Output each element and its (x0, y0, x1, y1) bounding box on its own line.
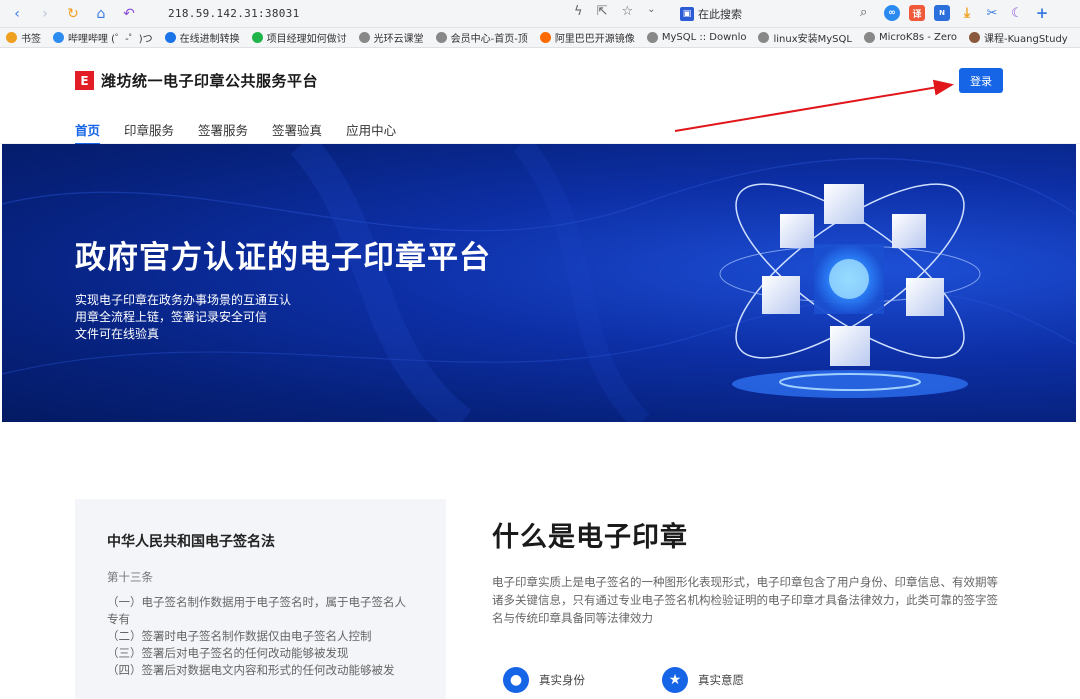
search-icon[interactable]: ⌕ (860, 5, 867, 20)
nav-item[interactable]: 签署验真 (272, 120, 322, 144)
favicon-icon (53, 32, 64, 43)
hero-description: 实现电子印章在政务办事场景的互通互认用章全流程上链，签署记录安全可信文件可在线验… (75, 292, 291, 343)
nav-item[interactable]: 签署服务 (198, 120, 248, 144)
bookmark-label: 阿里巴巴开源镜像 (555, 30, 635, 45)
hero-title: 政府官方认证的电子印章平台 (75, 232, 491, 277)
browser-toolbar: ‹ › ↻ ⌂ ↶ 218.59.142.31:38031 ϟ ⇱ ☆ ⌄ ▣ … (0, 0, 1080, 28)
law-item: （四）签署后对数据电文内容和形式的任何改动能够被发 (107, 662, 417, 679)
bookmark-label: 会员中心-首页-顶 (451, 30, 528, 45)
bookmark-item[interactable]: MicroK8s - Zero (858, 28, 963, 48)
share-icon[interactable]: ⇱ (597, 4, 608, 19)
favicon-icon (647, 32, 658, 43)
law-article: 第十三条 (107, 569, 153, 585)
law-card: 中华人民共和国电子签名法 第十三条 （一）电子签名制作数据用于电子签名时，属于电… (75, 499, 446, 699)
bookmark-item[interactable]: 阿里巴巴开源镜像 (534, 28, 641, 48)
nav-item[interactable]: 印章服务 (124, 120, 174, 144)
site-header: E 潍坊统一电子印章公共服务平台 登录 首页印章服务签署服务签署验真应用中心 (0, 48, 1080, 144)
feature-label: 真实身份 (539, 672, 585, 688)
bookmark-label: linux安装MySQL (773, 30, 852, 45)
hero-line: 用章全流程上链，签署记录安全可信 (75, 309, 291, 326)
user-icon: ● (503, 667, 529, 693)
favicon-icon (969, 32, 980, 43)
nav-item[interactable]: 应用中心 (346, 120, 396, 144)
search-input[interactable]: 在此搜索 (698, 6, 742, 22)
bookmark-item[interactable]: 书签 (0, 28, 47, 48)
law-item: （三）签署后对电子签名的任何改动能够被发现 (107, 645, 417, 662)
bookmark-item[interactable]: 哔哩哔哩 (゜-゜)つ (47, 28, 159, 48)
extension-infinity-icon[interactable]: ∞ (884, 5, 900, 21)
law-title: 中华人民共和国电子签名法 (107, 531, 275, 551)
browser-search-box[interactable]: ▣ 在此搜索 ⌕ (680, 4, 880, 24)
star-icon (6, 32, 17, 43)
bookmark-item[interactable]: MySQL :: Downlo (641, 28, 753, 48)
new-tab-plus-icon[interactable]: + (1034, 5, 1050, 21)
feature-real-identity: ● 真实身份 (503, 667, 585, 693)
bookmark-item[interactable]: 在线进制转换 (159, 28, 246, 48)
hero-line: 实现电子印章在政务办事场景的互通互认 (75, 292, 291, 309)
undo-icon[interactable]: ↶ (116, 1, 142, 27)
favicon-icon (864, 32, 875, 43)
bookmark-label: 光环云课堂 (374, 30, 424, 45)
feature-label: 真实意愿 (698, 672, 744, 688)
bookmark-label: 书签 (21, 30, 41, 45)
intro-description: 电子印章实质上是电子签名的一种图形化表现形式，电子印章包含了用户身份、印章信息、… (492, 573, 1004, 627)
lightning-icon[interactable]: ϟ (574, 4, 583, 19)
star-icon: ★ (662, 667, 688, 693)
search-engine-icon[interactable]: ▣ (680, 7, 694, 21)
address-bar[interactable]: 218.59.142.31:38031 (168, 5, 588, 23)
hero-line: 文件可在线验真 (75, 326, 291, 343)
favicon-icon (359, 32, 370, 43)
forward-arrow-icon[interactable]: › (32, 1, 58, 27)
hero-banner: 政府官方认证的电子印章平台 实现电子印章在政务办事场景的互通互认用章全流程上链，… (2, 144, 1076, 422)
refresh-icon[interactable]: ↻ (60, 1, 86, 27)
site-title[interactable]: 潍坊统一电子印章公共服务平台 (101, 70, 318, 91)
site-logo-icon[interactable]: E (75, 71, 94, 90)
law-item: （一）电子签名制作数据用于电子签名时，属于电子签名人专有 (107, 594, 417, 628)
download-icon[interactable]: ⤓ (959, 5, 975, 21)
bookmark-item[interactable]: I (1074, 28, 1080, 48)
star-bookmark-icon[interactable]: ☆ (621, 4, 633, 19)
bookmark-item[interactable]: 会员中心-首页-顶 (430, 28, 534, 48)
back-arrow-icon[interactable]: ‹ (4, 1, 30, 27)
favicon-icon (540, 32, 551, 43)
home-icon[interactable]: ⌂ (88, 1, 114, 27)
main-nav: 首页印章服务签署服务签署验真应用中心 (75, 120, 396, 144)
bookmark-item[interactable]: 项目经理如何做讨 (246, 28, 353, 48)
bookmark-label: 课程-KuangStudy (984, 30, 1068, 45)
bookmark-label: MicroK8s - Zero (879, 32, 957, 43)
login-button[interactable]: 登录 (959, 68, 1003, 93)
law-items: （一）电子签名制作数据用于电子签名时，属于电子签名人专有（二）签署时电子签名制作… (107, 594, 417, 679)
bookmark-label: 项目经理如何做讨 (267, 30, 347, 45)
law-item: （二）签署时电子签名制作数据仅由电子签名人控制 (107, 628, 417, 645)
intro-title: 什么是电子印章 (492, 515, 688, 554)
bookmark-label: 在线进制转换 (180, 30, 240, 45)
hero-cube-illustration-icon (702, 156, 1002, 416)
bookmarks-bar: 书签 哔哩哔哩 (゜-゜)つ 在线进制转换 项目经理如何做讨 光环云课堂 会员中心-首页-… (0, 28, 1080, 48)
moon-icon[interactable]: ☾ (1009, 5, 1025, 21)
favicon-icon (436, 32, 447, 43)
scissors-icon[interactable]: ✂ (984, 5, 1000, 21)
nav-item[interactable]: 首页 (75, 120, 100, 144)
favicon-icon (165, 32, 176, 43)
dropdown-chevron-icon[interactable]: ⌄ (647, 4, 655, 19)
bookmark-item[interactable]: linux安装MySQL (752, 28, 858, 48)
bookmark-label: MySQL :: Downlo (662, 32, 747, 43)
bookmark-item[interactable]: 光环云课堂 (353, 28, 430, 48)
favicon-icon (758, 32, 769, 43)
feature-real-intent: ★ 真实意愿 (662, 667, 744, 693)
bookmark-label: 哔哩哔哩 (゜-゜)つ (68, 30, 153, 45)
extension-translate-icon[interactable]: 译 (909, 5, 925, 21)
bookmark-item[interactable]: 课程-KuangStudy (963, 28, 1074, 48)
favicon-icon (252, 32, 263, 43)
extension-new-icon[interactable]: N (934, 5, 950, 21)
